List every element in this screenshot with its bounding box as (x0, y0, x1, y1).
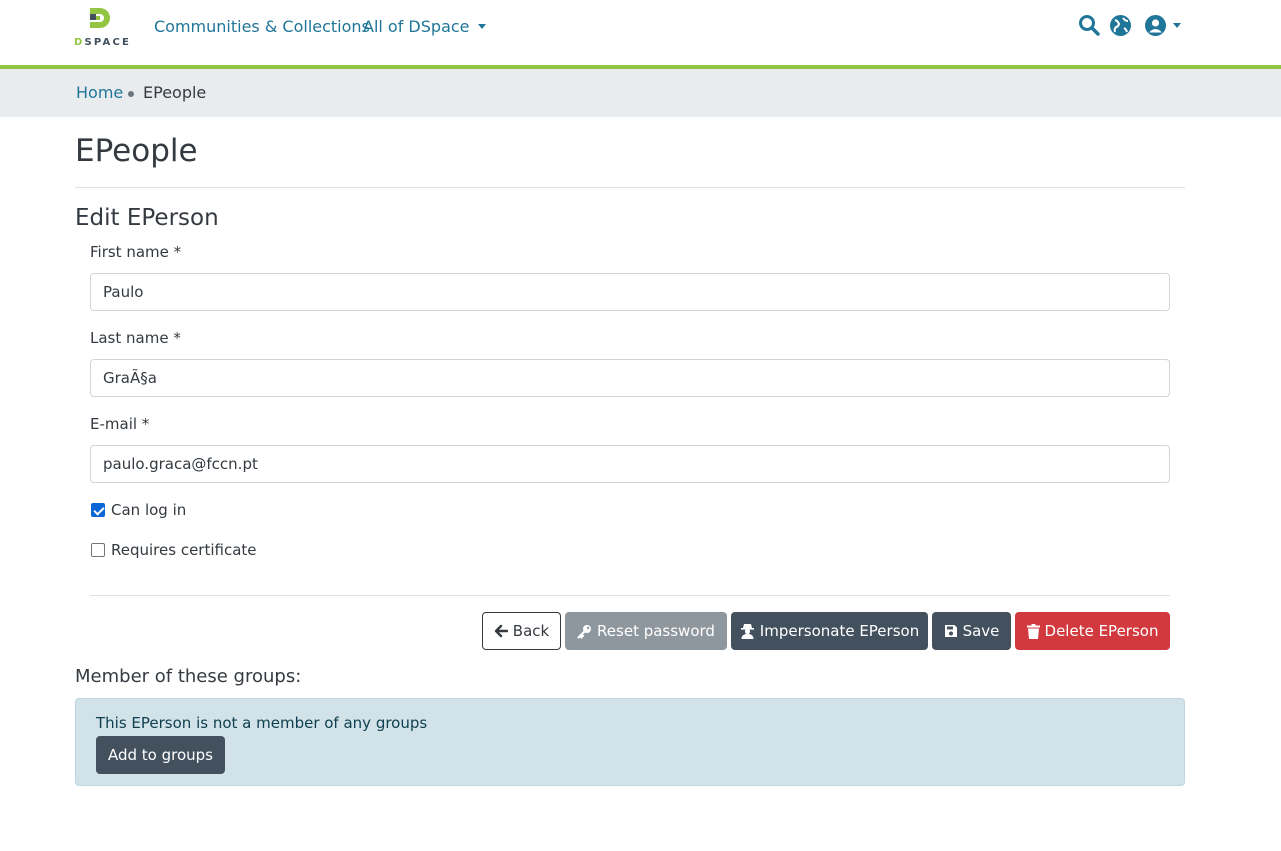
section-title: Edit EPerson (75, 205, 219, 231)
can-log-in-checkbox[interactable] (91, 503, 105, 517)
page-title: EPeople (75, 133, 198, 169)
globe-icon[interactable] (1109, 14, 1132, 37)
delete-label: Delete EPerson (1044, 622, 1159, 640)
breadcrumb: Home EPeople (0, 69, 1281, 117)
back-button[interactable]: Back (482, 612, 561, 650)
impersonate-button[interactable]: Impersonate EPerson (731, 612, 928, 650)
groups-title: Member of these groups: (75, 666, 302, 687)
email-label: E-mail * (90, 415, 150, 433)
last-name-label: Last name * (90, 329, 181, 347)
save-button[interactable]: Save (932, 612, 1011, 650)
can-log-in-label: Can log in (111, 501, 187, 519)
search-icon[interactable] (1078, 14, 1100, 36)
groups-info-alert: This EPerson is not a member of any grou… (75, 698, 1185, 786)
breadcrumb-home[interactable]: Home (76, 83, 123, 102)
reset-password-label: Reset password (597, 622, 715, 640)
last-name-field[interactable] (90, 359, 1170, 397)
title-divider (75, 187, 1185, 188)
user-menu-chevron-icon[interactable] (1173, 23, 1181, 28)
user-secret-icon (740, 624, 754, 639)
breadcrumb-separator (128, 91, 134, 97)
can-log-in-row: Can log in (90, 501, 186, 519)
delete-eperson-button[interactable]: Delete EPerson (1015, 612, 1170, 650)
requires-cert-row: Requires certificate (90, 541, 257, 559)
user-circle-icon[interactable] (1144, 14, 1167, 37)
back-label: Back (512, 622, 550, 640)
dspace-logo-text: DSPACE (74, 37, 132, 48)
trash-icon (1026, 623, 1040, 639)
breadcrumb-current: EPeople (143, 83, 207, 102)
first-name-label: First name * (90, 243, 182, 261)
nav-all-label: All of DSpace (363, 17, 470, 36)
requires-certificate-checkbox[interactable] (91, 543, 105, 557)
impersonate-label: Impersonate EPerson (759, 622, 920, 640)
first-name-field[interactable] (90, 273, 1170, 311)
save-label: Save (962, 622, 1000, 640)
chevron-down-icon (477, 24, 486, 29)
requires-certificate-label: Requires certificate (111, 541, 257, 559)
top-navbar: DSPACE Communities & Collections All of … (0, 0, 1281, 65)
nav-all-of-dspace[interactable]: All of DSpace (363, 17, 486, 36)
add-to-groups-button[interactable]: Add to groups (96, 736, 225, 774)
groups-empty-message: This EPerson is not a member of any grou… (96, 714, 428, 732)
form-divider (90, 595, 1170, 596)
arrow-left-icon (494, 624, 508, 638)
key-icon (577, 624, 592, 639)
nav-communities-collections[interactable]: Communities & Collections (154, 17, 370, 36)
save-icon (944, 625, 957, 637)
email-field[interactable] (90, 445, 1170, 483)
reset-password-button[interactable]: Reset password (565, 612, 727, 650)
